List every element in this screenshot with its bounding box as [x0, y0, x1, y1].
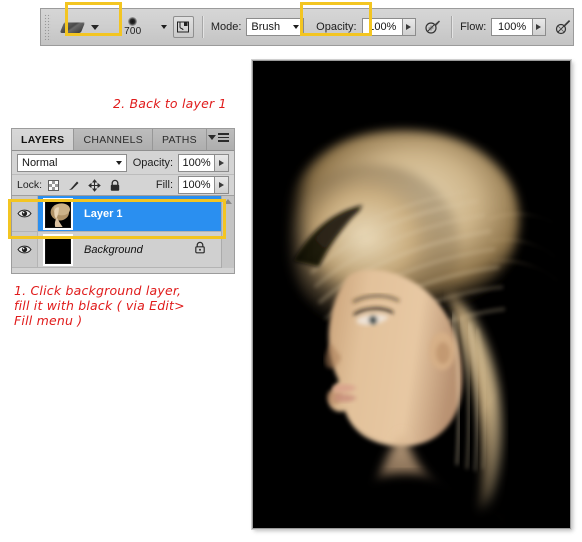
background-locked-badge [194, 241, 206, 259]
eraser-tool-button[interactable] [58, 15, 86, 39]
lock-row: Lock: Fill: 100% [12, 175, 234, 196]
layer-thumbnail-layer-1[interactable] [43, 197, 73, 230]
hamburger-icon [218, 133, 229, 142]
layer-thumbnail-background[interactable] [43, 233, 73, 266]
flow-stepper[interactable] [531, 18, 546, 36]
opacity-label: Opacity: [316, 21, 357, 33]
scroll-up-arrow-icon[interactable] [224, 199, 232, 204]
tab-layers-label: LAYERS [21, 133, 65, 146]
airbrush-button[interactable] [423, 17, 443, 37]
layers-opacity-input[interactable]: 100% [178, 153, 215, 172]
lock-icon [195, 241, 205, 253]
lock-transparency-icon[interactable] [48, 179, 60, 191]
layers-panel: LAYERS CHANNELS PATHS Normal Opacity: 10… [11, 128, 235, 274]
eye-icon [17, 209, 32, 218]
fill-value: 100% [182, 179, 211, 191]
opacity-input[interactable]: 100% [361, 18, 403, 36]
toggle-brush-panel-button[interactable] [172, 16, 194, 38]
eye-icon [17, 245, 32, 254]
brush-size-value: 700 [124, 26, 142, 37]
layer-visibility-toggle-background[interactable] [12, 232, 38, 267]
blend-mode-row: Normal Opacity: 100% [12, 151, 234, 175]
layers-opacity-stepper[interactable] [214, 153, 229, 172]
tablet-pressure-icon [555, 20, 571, 35]
fill-input[interactable]: 100% [178, 176, 214, 194]
layer-name-background: Background [84, 243, 143, 256]
divider [451, 16, 453, 38]
tab-layers[interactable]: LAYERS [12, 129, 75, 150]
chevron-down-icon [115, 160, 122, 165]
flow-input[interactable]: 100% [491, 18, 532, 36]
tab-paths-label: PATHS [162, 133, 197, 146]
flow-value: 100% [498, 21, 527, 33]
lock-label: Lock: [17, 179, 43, 191]
divider [201, 16, 203, 38]
image-canvas[interactable]: 3. Use Eraser tool to get rid of unwante… [252, 60, 571, 529]
fill-stepper[interactable] [214, 176, 229, 194]
lock-all-icon[interactable] [109, 179, 121, 192]
flow-label: Flow: [460, 21, 487, 33]
triangle-icon [208, 134, 216, 140]
airbrush-icon [425, 20, 441, 34]
layer-thumbnail-image [46, 200, 70, 227]
tablet-pressure-button[interactable] [553, 17, 573, 37]
layers-opacity-value: 100% [182, 156, 211, 169]
panel-menu-icon[interactable] [208, 133, 229, 142]
tab-channels[interactable]: CHANNELS [74, 129, 154, 150]
panel-tab-bar: LAYERS CHANNELS PATHS [12, 129, 234, 151]
brush-preset-picker[interactable]: 700 [109, 11, 157, 43]
chevron-down-icon [293, 25, 300, 29]
portrait-photo-image [253, 61, 570, 528]
lock-image-pixels-icon[interactable] [67, 179, 80, 192]
layer-list: Layer 1 Background [12, 196, 234, 268]
soft-round-brush-icon [128, 17, 138, 26]
tab-paths[interactable]: PATHS [153, 129, 207, 150]
options-bar: 700 Mode: Brush Opacity: 100% Flow: 100% [40, 8, 574, 46]
options-bar-gripper[interactable] [44, 14, 52, 40]
fill-label: Fill: [155, 179, 173, 191]
layer-name-layer-1: Layer 1 [84, 207, 123, 220]
eraser-icon [59, 21, 85, 33]
layer-list-scrollbar[interactable] [221, 196, 234, 268]
opacity-stepper[interactable] [402, 18, 416, 36]
annotation-step-2: 2. Back to layer 1 [113, 96, 227, 111]
annotation-step-1: 1. Click background layer, fill it with … [14, 283, 185, 328]
layer-row-background[interactable]: Background [12, 232, 234, 268]
layer-visibility-toggle-layer-1[interactable] [12, 196, 38, 231]
lock-position-icon[interactable] [88, 178, 101, 192]
blend-mode-dropdown[interactable]: Normal [17, 153, 127, 172]
tab-channels-label: CHANNELS [83, 133, 144, 146]
blend-mode-value: Normal [22, 156, 58, 169]
opacity-value: 100% [368, 21, 397, 33]
mode-label: Mode: [210, 21, 242, 33]
mode-value: Brush [251, 21, 281, 33]
mode-dropdown[interactable]: Brush [246, 18, 305, 36]
brush-preset-chevron-down-icon[interactable] [160, 25, 167, 29]
portrait-photo [253, 61, 570, 528]
tool-preset-chevron-down-icon[interactable] [90, 24, 99, 30]
brush-panel-toggle-icon [177, 21, 190, 33]
layer-row-layer-1[interactable]: Layer 1 [12, 196, 234, 232]
layers-opacity-label: Opacity: [132, 156, 174, 169]
